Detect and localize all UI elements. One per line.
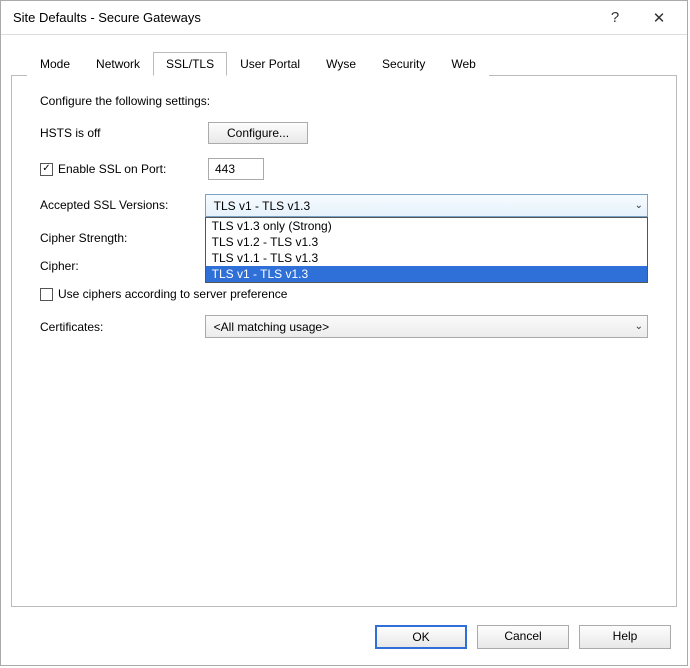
cipher-label: Cipher:: [40, 259, 208, 273]
tab-web[interactable]: Web: [438, 52, 488, 76]
titlebar: Site Defaults - Secure Gateways ? ✕: [1, 1, 687, 35]
chevron-down-icon: ⌄: [635, 321, 643, 332]
cipher-strength-label: Cipher Strength:: [40, 231, 208, 245]
accepted-versions-combo[interactable]: TLS v1 - TLS v1.3 ⌄ TLS v1.3 only (Stron…: [205, 194, 648, 217]
dialog-window: Site Defaults - Secure Gateways ? ✕ Mode…: [0, 0, 688, 666]
intro-text: Configure the following settings:: [40, 94, 210, 108]
hsts-label: HSTS is off: [40, 126, 208, 140]
accepted-versions-value: TLS v1 - TLS v1.3: [214, 199, 311, 213]
version-option-3[interactable]: TLS v1.1 - TLS v1.3: [206, 250, 647, 266]
use-ciphers-pref-checkbox[interactable]: ✓: [40, 288, 53, 301]
tab-wyse[interactable]: Wyse: [313, 52, 369, 76]
tab-bar: Mode Network SSL/TLS User Portal Wyse Se…: [11, 35, 677, 76]
accepted-versions-dropdown: TLS v1.3 only (Strong) TLS v1.2 - TLS v1…: [205, 217, 648, 283]
cancel-button[interactable]: Cancel: [477, 625, 569, 649]
tab-network[interactable]: Network: [83, 52, 153, 76]
certificates-label: Certificates:: [40, 320, 205, 334]
use-ciphers-pref-label: Use ciphers according to server preferen…: [58, 287, 287, 301]
enable-ssl-label: Enable SSL on Port:: [58, 162, 166, 176]
close-button[interactable]: ✕: [637, 4, 681, 32]
tab-user-portal[interactable]: User Portal: [227, 52, 313, 76]
help-icon: ?: [611, 9, 619, 26]
accepted-versions-label: Accepted SSL Versions:: [40, 194, 205, 212]
tab-mode[interactable]: Mode: [27, 52, 83, 76]
ok-button[interactable]: OK: [375, 625, 467, 649]
certificates-value: <All matching usage>: [214, 320, 329, 334]
ssl-port-input[interactable]: [208, 158, 264, 180]
configure-button[interactable]: Configure...: [208, 122, 308, 144]
tab-content: Configure the following settings: HSTS i…: [11, 76, 677, 607]
version-option-4[interactable]: TLS v1 - TLS v1.3: [206, 266, 647, 282]
tab-ssl-tls[interactable]: SSL/TLS: [153, 52, 227, 76]
version-option-1[interactable]: TLS v1.3 only (Strong): [206, 218, 647, 234]
enable-ssl-checkbox[interactable]: ✓: [40, 163, 53, 176]
tab-security[interactable]: Security: [369, 52, 438, 76]
chevron-down-icon: ⌄: [635, 200, 643, 211]
version-option-2[interactable]: TLS v1.2 - TLS v1.3: [206, 234, 647, 250]
close-icon: ✕: [653, 9, 666, 27]
help-button[interactable]: ?: [593, 4, 637, 32]
help-footer-button[interactable]: Help: [579, 625, 671, 649]
dialog-footer: OK Cancel Help: [1, 617, 687, 665]
window-title: Site Defaults - Secure Gateways: [13, 10, 593, 25]
checkmark-icon: ✓: [42, 164, 50, 174]
certificates-combo[interactable]: <All matching usage> ⌄: [205, 315, 648, 338]
